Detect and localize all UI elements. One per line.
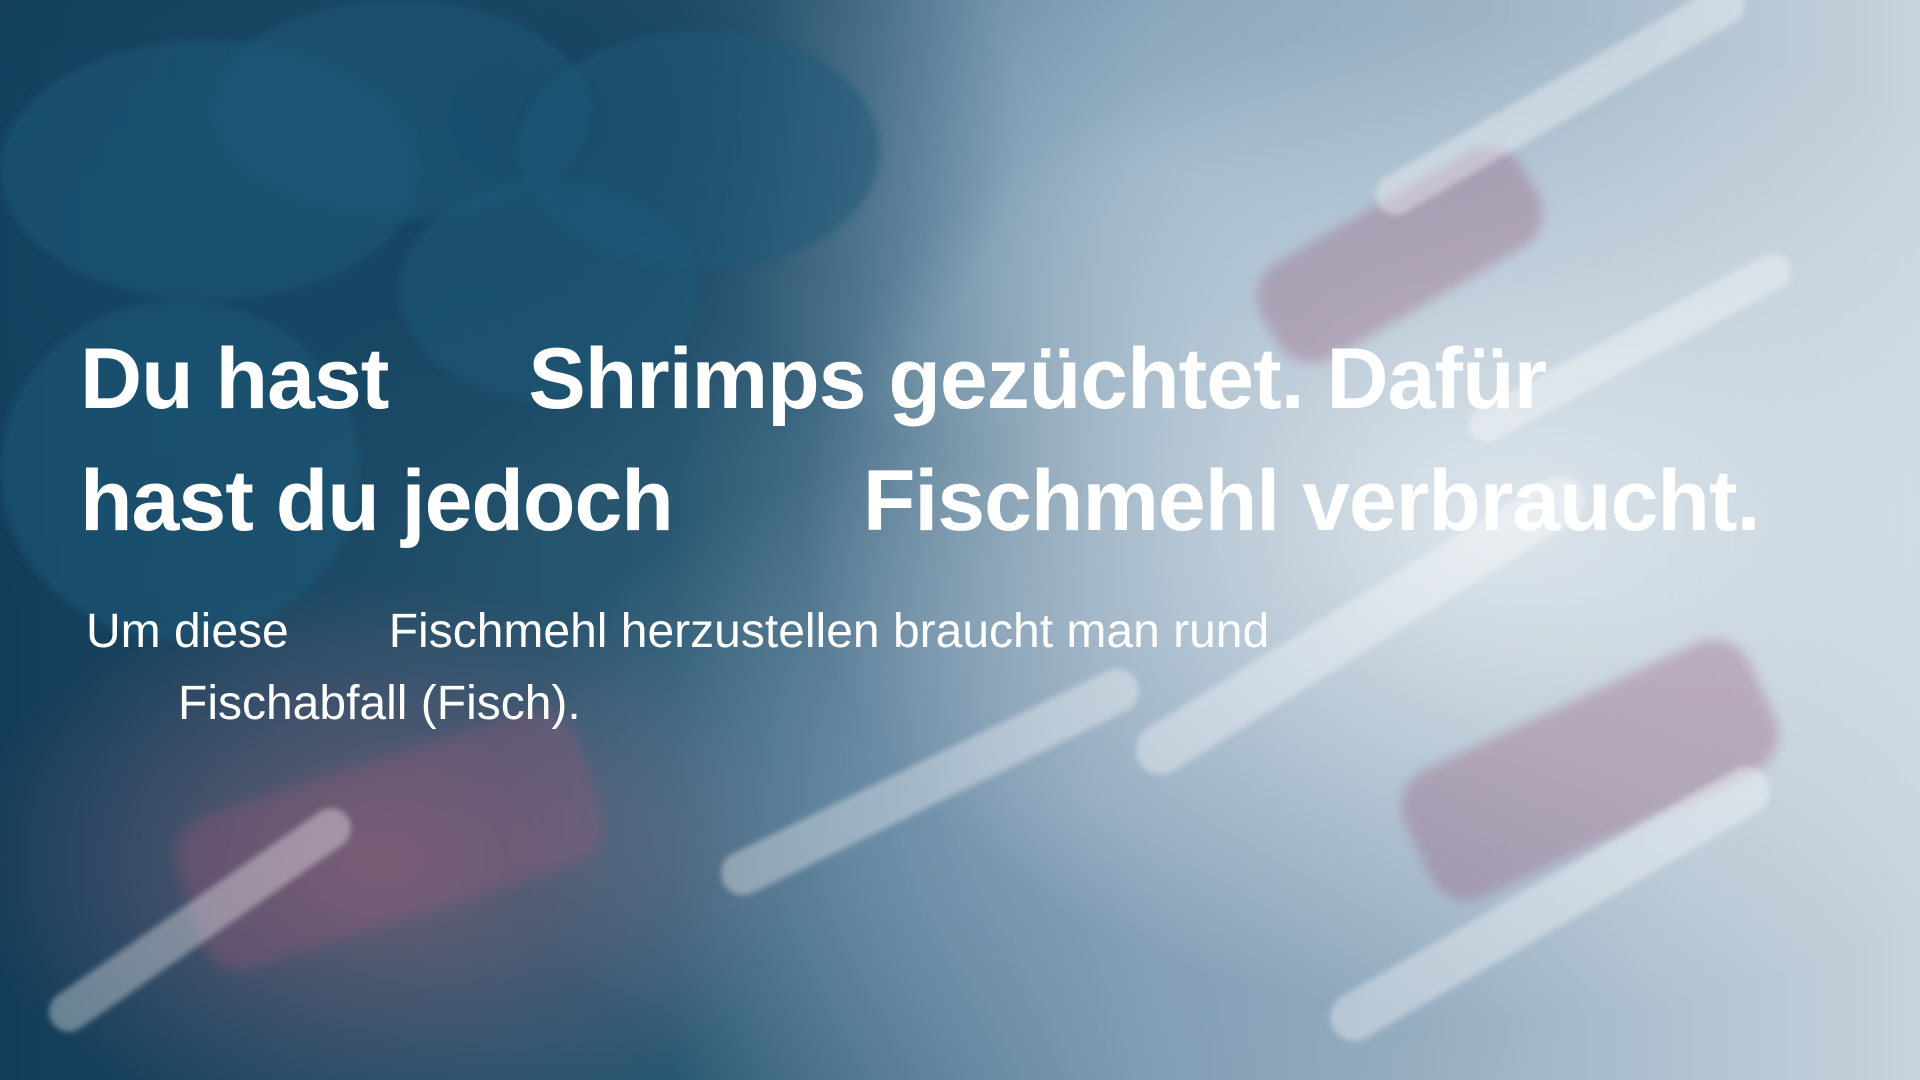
body-line-1: Um diese Fischmehl herzustellen braucht m… [86,596,1269,668]
body-line-2: Fischabfall (Fisch). [86,668,1269,740]
body-text-segment: Fischmehl herzustellen braucht man rund [388,605,1270,658]
paint-stroke [165,699,615,981]
headline-text: Shrimps gezüchtet. Dafür [528,331,1547,427]
body-text: Um diese Fischmehl herzustellen braucht m… [86,596,1269,740]
paint-stroke [1368,0,1752,223]
headline-line-2: hast du jedoch Fischmehl verbraucht. [80,440,1761,562]
headline-line-1: Du hast Shrimps gezüchtet. Dafür [80,318,1759,440]
headline-text: Du hast [80,331,389,427]
slide: Du hast Shrimps gezüchtet. Dafür hast du … [0,0,1920,1080]
headline-text: Fischmehl verbraucht. [862,453,1761,549]
headline-text: hast du jedoch [80,453,674,549]
body-text-segment: Um diese [86,605,289,658]
body-text-segment: Fischabfall (Fisch). [178,677,581,730]
headline: Du hast Shrimps gezüchtet. Dafür hast du … [80,318,1761,562]
